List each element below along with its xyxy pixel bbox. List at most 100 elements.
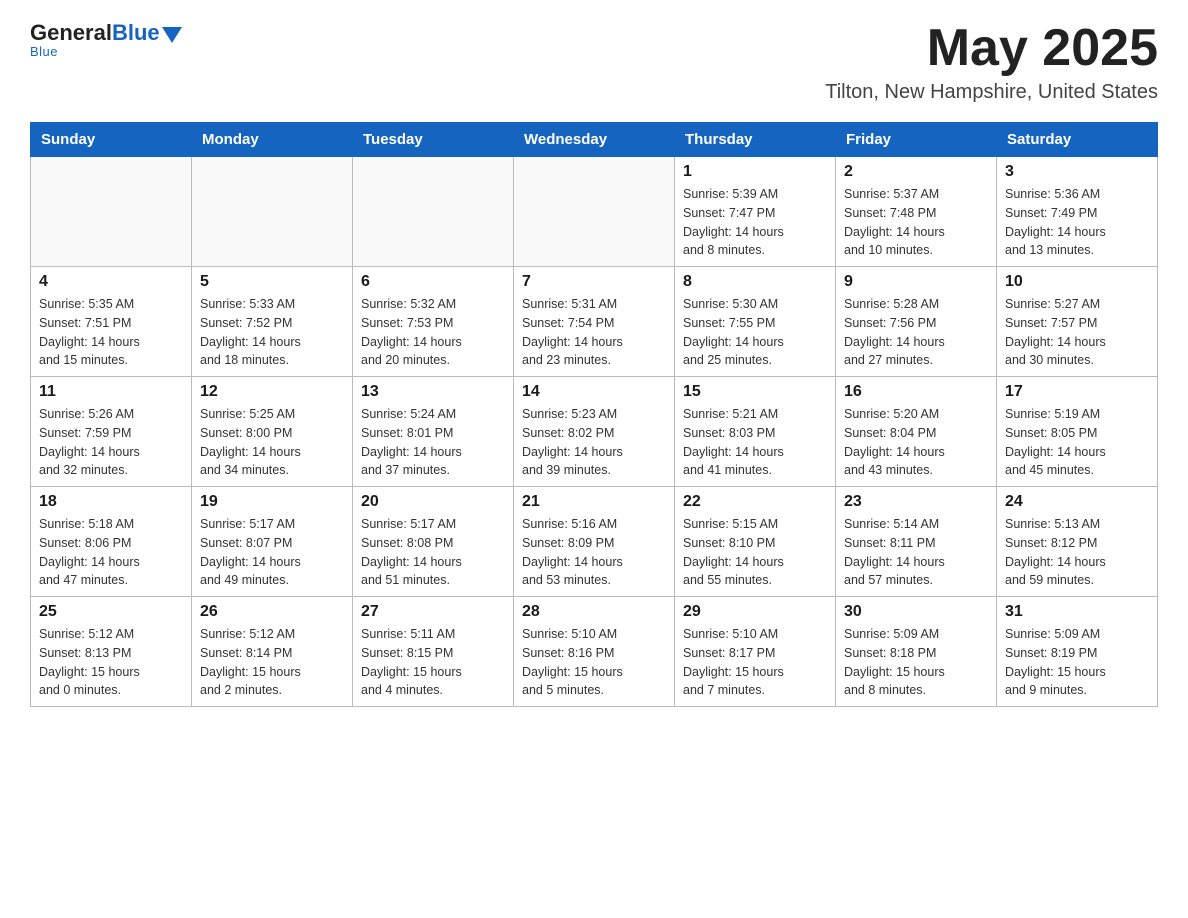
day-number: 8 xyxy=(683,273,827,291)
day-info: Sunrise: 5:09 AMSunset: 8:18 PMDaylight:… xyxy=(844,625,988,700)
location-title: Tilton, New Hampshire, United States xyxy=(825,81,1158,104)
calendar-cell: 6Sunrise: 5:32 AMSunset: 7:53 PMDaylight… xyxy=(353,267,514,377)
day-number: 28 xyxy=(522,603,666,621)
day-number: 15 xyxy=(683,383,827,401)
calendar-cell: 1 Sunrise: 5:39 AMSunset: 7:47 PMDaylight… xyxy=(675,157,836,267)
day-number: 17 xyxy=(1005,383,1149,401)
day-info: Sunrise: 5:25 AMSunset: 8:00 PMDaylight:… xyxy=(200,405,344,480)
calendar-cell: 14 Sunrise: 5:23 AMSunset: 8:02 PMDayligh… xyxy=(514,377,675,487)
day-info: Sunrise: 5:19 AMSunset: 8:05 PMDaylight:… xyxy=(1005,405,1149,480)
day-number: 1 xyxy=(683,163,827,181)
calendar-cell: 5 Sunrise: 5:33 AMSunset: 7:52 PMDaylight… xyxy=(192,267,353,377)
calendar-header-row: SundayMondayTuesdayWednesdayThursdayFrid… xyxy=(31,123,1158,157)
weekday-header-monday: Monday xyxy=(192,123,353,157)
calendar-cell: 4 Sunrise: 5:35 AMSunset: 7:51 PMDaylight… xyxy=(31,267,192,377)
day-info: Sunrise: 5:33 AMSunset: 7:52 PMDaylight:… xyxy=(200,295,344,370)
day-number: 4 xyxy=(39,273,183,291)
weekday-header-wednesday: Wednesday xyxy=(514,123,675,157)
day-number: 30 xyxy=(844,603,988,621)
day-info: Sunrise: 5:24 AMSunset: 8:01 PMDaylight:… xyxy=(361,405,505,480)
day-info: Sunrise: 5:30 AMSunset: 7:55 PMDaylight:… xyxy=(683,295,827,370)
day-number: 31 xyxy=(1005,603,1149,621)
calendar-cell: 21 Sunrise: 5:16 AMSunset: 8:09 PMDayligh… xyxy=(514,487,675,597)
day-info: Sunrise: 5:17 AMSunset: 8:08 PMDaylight:… xyxy=(361,515,505,590)
day-info: Sunrise: 5:09 AMSunset: 8:19 PMDaylight:… xyxy=(1005,625,1149,700)
calendar-cell: 25 Sunrise: 5:12 AMSunset: 8:13 PMDayligh… xyxy=(31,597,192,707)
calendar-table: SundayMondayTuesdayWednesdayThursdayFrid… xyxy=(30,122,1158,707)
logo-underline: Blue xyxy=(30,44,58,59)
day-number: 24 xyxy=(1005,493,1149,511)
day-number: 14 xyxy=(522,383,666,401)
day-number: 21 xyxy=(522,493,666,511)
day-info: Sunrise: 5:32 AMSunset: 7:53 PMDaylight:… xyxy=(361,295,505,370)
calendar-cell xyxy=(192,157,353,267)
day-info: Sunrise: 5:20 AMSunset: 8:04 PMDaylight:… xyxy=(844,405,988,480)
calendar-cell: 3Sunrise: 5:36 AMSunset: 7:49 PMDaylight… xyxy=(997,157,1158,267)
day-number: 5 xyxy=(200,273,344,291)
day-info: Sunrise: 5:28 AMSunset: 7:56 PMDaylight:… xyxy=(844,295,988,370)
day-number: 10 xyxy=(1005,273,1149,291)
day-info: Sunrise: 5:31 AMSunset: 7:54 PMDaylight:… xyxy=(522,295,666,370)
calendar-cell: 15 Sunrise: 5:21 AMSunset: 8:03 PMDayligh… xyxy=(675,377,836,487)
day-info: Sunrise: 5:35 AMSunset: 7:51 PMDaylight:… xyxy=(39,295,183,370)
day-info: Sunrise: 5:10 AMSunset: 8:16 PMDaylight:… xyxy=(522,625,666,700)
calendar-cell: 19 Sunrise: 5:17 AMSunset: 8:07 PMDayligh… xyxy=(192,487,353,597)
calendar-week-row: 1 Sunrise: 5:39 AMSunset: 7:47 PMDaylight… xyxy=(31,157,1158,267)
day-info: Sunrise: 5:27 AMSunset: 7:57 PMDaylight:… xyxy=(1005,295,1149,370)
logo-general-text: General xyxy=(30,20,112,46)
day-number: 19 xyxy=(200,493,344,511)
calendar-week-row: 11Sunrise: 5:26 AMSunset: 7:59 PMDayligh… xyxy=(31,377,1158,487)
day-info: Sunrise: 5:12 AMSunset: 8:13 PMDaylight:… xyxy=(39,625,183,700)
calendar-cell: 23 Sunrise: 5:14 AMSunset: 8:11 PMDayligh… xyxy=(836,487,997,597)
day-info: Sunrise: 5:13 AMSunset: 8:12 PMDaylight:… xyxy=(1005,515,1149,590)
day-info: Sunrise: 5:10 AMSunset: 8:17 PMDaylight:… xyxy=(683,625,827,700)
day-number: 13 xyxy=(361,383,505,401)
day-info: Sunrise: 5:16 AMSunset: 8:09 PMDaylight:… xyxy=(522,515,666,590)
calendar-cell xyxy=(353,157,514,267)
calendar-cell: 7 Sunrise: 5:31 AMSunset: 7:54 PMDaylight… xyxy=(514,267,675,377)
day-number: 25 xyxy=(39,603,183,621)
day-number: 27 xyxy=(361,603,505,621)
calendar-cell: 13 Sunrise: 5:24 AMSunset: 8:01 PMDayligh… xyxy=(353,377,514,487)
month-title: May 2025 xyxy=(825,20,1158,77)
calendar-cell: 30 Sunrise: 5:09 AMSunset: 8:18 PMDayligh… xyxy=(836,597,997,707)
calendar-cell: 17 Sunrise: 5:19 AMSunset: 8:05 PMDayligh… xyxy=(997,377,1158,487)
calendar-cell: 18Sunrise: 5:18 AMSunset: 8:06 PMDayligh… xyxy=(31,487,192,597)
calendar-week-row: 18Sunrise: 5:18 AMSunset: 8:06 PMDayligh… xyxy=(31,487,1158,597)
calendar-week-row: 25 Sunrise: 5:12 AMSunset: 8:13 PMDayligh… xyxy=(31,597,1158,707)
calendar-cell: 29 Sunrise: 5:10 AMSunset: 8:17 PMDayligh… xyxy=(675,597,836,707)
day-number: 26 xyxy=(200,603,344,621)
weekday-header-friday: Friday xyxy=(836,123,997,157)
day-info: Sunrise: 5:17 AMSunset: 8:07 PMDaylight:… xyxy=(200,515,344,590)
calendar-cell: 16Sunrise: 5:20 AMSunset: 8:04 PMDayligh… xyxy=(836,377,997,487)
calendar-week-row: 4 Sunrise: 5:35 AMSunset: 7:51 PMDaylight… xyxy=(31,267,1158,377)
day-info: Sunrise: 5:36 AMSunset: 7:49 PMDaylight:… xyxy=(1005,185,1149,260)
logo: General Blue Blue xyxy=(30,20,182,59)
day-info: Sunrise: 5:14 AMSunset: 8:11 PMDaylight:… xyxy=(844,515,988,590)
day-number: 29 xyxy=(683,603,827,621)
day-info: Sunrise: 5:23 AMSunset: 8:02 PMDaylight:… xyxy=(522,405,666,480)
day-info: Sunrise: 5:39 AMSunset: 7:47 PMDaylight:… xyxy=(683,185,827,260)
calendar-cell xyxy=(514,157,675,267)
day-info: Sunrise: 5:11 AMSunset: 8:15 PMDaylight:… xyxy=(361,625,505,700)
day-number: 2 xyxy=(844,163,988,181)
day-number: 23 xyxy=(844,493,988,511)
logo-blue-text: Blue xyxy=(112,20,160,46)
calendar-cell: 28 Sunrise: 5:10 AMSunset: 8:16 PMDayligh… xyxy=(514,597,675,707)
title-block: May 2025 Tilton, New Hampshire, United S… xyxy=(825,20,1158,104)
calendar-cell xyxy=(31,157,192,267)
day-number: 12 xyxy=(200,383,344,401)
calendar-cell: 22Sunrise: 5:15 AMSunset: 8:10 PMDayligh… xyxy=(675,487,836,597)
day-info: Sunrise: 5:21 AMSunset: 8:03 PMDaylight:… xyxy=(683,405,827,480)
calendar-cell: 8 Sunrise: 5:30 AMSunset: 7:55 PMDaylight… xyxy=(675,267,836,377)
calendar-cell: 26Sunrise: 5:12 AMSunset: 8:14 PMDayligh… xyxy=(192,597,353,707)
calendar-cell: 31 Sunrise: 5:09 AMSunset: 8:19 PMDayligh… xyxy=(997,597,1158,707)
weekday-header-thursday: Thursday xyxy=(675,123,836,157)
weekday-header-tuesday: Tuesday xyxy=(353,123,514,157)
page-header: General Blue Blue May 2025 Tilton, New H… xyxy=(30,20,1158,104)
calendar-cell: 24 Sunrise: 5:13 AMSunset: 8:12 PMDayligh… xyxy=(997,487,1158,597)
calendar-cell: 27 Sunrise: 5:11 AMSunset: 8:15 PMDayligh… xyxy=(353,597,514,707)
weekday-header-saturday: Saturday xyxy=(997,123,1158,157)
day-number: 9 xyxy=(844,273,988,291)
day-number: 7 xyxy=(522,273,666,291)
